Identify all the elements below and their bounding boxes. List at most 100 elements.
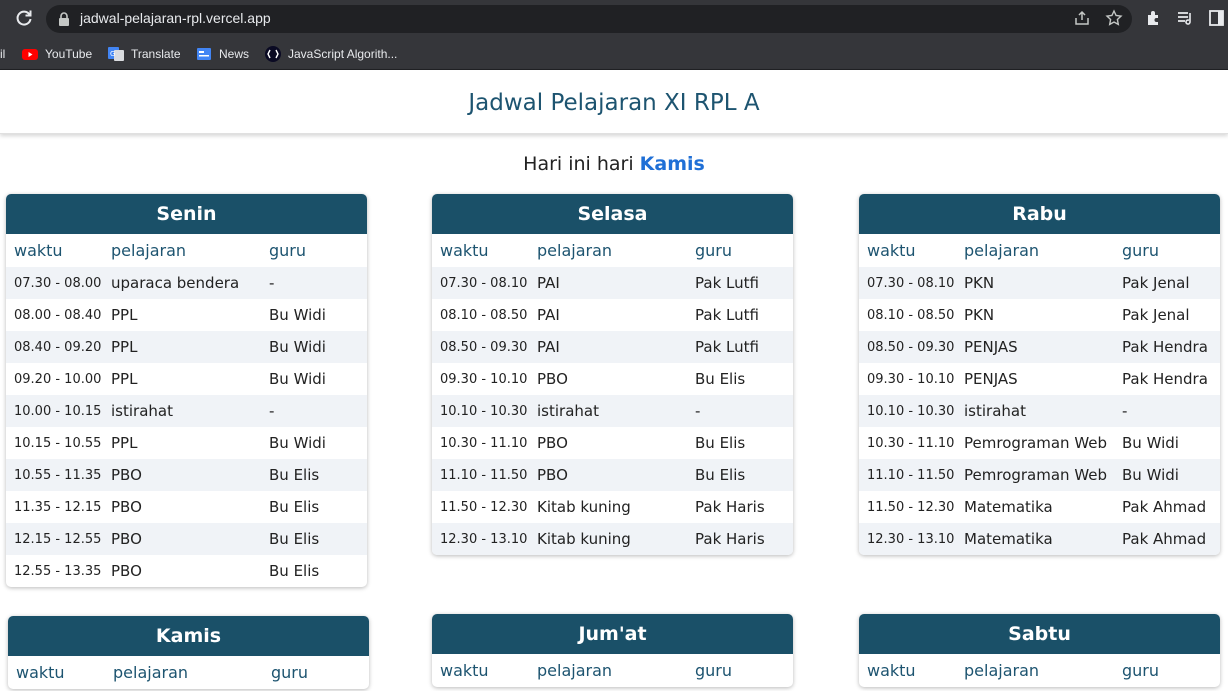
cell-time: 10.00 - 10.15 [14,403,102,419]
cell-subject: PENJAS [964,338,1018,356]
bookmark-label: YouTube [45,47,93,61]
cell-teacher: Bu Widi [269,370,326,388]
bookmark-javascript[interactable]: JavaScript Algorith... [265,45,397,63]
cell-teacher: Bu Widi [269,338,326,356]
cell-time: 10.10 - 10.30 [440,403,528,419]
cell-teacher: - [695,402,701,420]
youtube-icon [22,46,38,62]
cell-time: 10.30 - 11.10 [867,435,955,451]
cell-subject: istirahat [964,402,1026,420]
cell-time: 08.10 - 08.50 [867,307,955,323]
page-header: Jadwal Pelajaran XI RPL A [0,70,1228,134]
today-indicator: Hari ini hari Kamis [0,153,1228,175]
cell-time: 12.15 - 12.55 [14,531,102,547]
lock-icon[interactable] [58,11,70,26]
cell-subject: PBO [537,466,568,484]
cell-teacher: Bu Elis [695,466,746,484]
cell-time: 11.10 - 11.50 [440,467,528,483]
column-header-subject: pelajaran [111,241,187,260]
bookmark-item[interactable]: il [0,45,5,63]
cell-time: 10.55 - 11.35 [14,467,102,483]
cell-teacher: Bu Elis [269,498,320,516]
table-row: 10.30 - 11.10 PBO Bu Elis [432,427,793,459]
cell-time: 11.35 - 12.15 [14,499,102,515]
column-header-time: waktu [440,241,489,260]
cell-time: 07.30 - 08.10 [867,275,955,291]
bookmark-translate[interactable]: G Translate [108,45,181,63]
cell-subject: PBO [111,466,142,484]
url-text[interactable]: jadwal-pelajaran-rpl.vercel.app [80,10,271,26]
cell-time: 12.55 - 13.35 [14,563,102,579]
table-row: 11.10 - 11.50 Pemrograman Web Bu Widi [859,459,1220,491]
cell-time: 09.30 - 10.10 [440,371,528,387]
table-row: 08.00 - 08.40 PPL Bu Widi [6,299,367,331]
cell-teacher: Pak Jenal [1122,306,1190,324]
cell-subject: istirahat [111,402,173,420]
cell-subject: Pemrograman Web [964,434,1108,452]
cell-subject: PBO [537,434,568,452]
cell-teacher: Bu Widi [269,306,326,324]
cell-teacher: Pak Lutfi [695,274,759,292]
table-row: 11.10 - 11.50 PBO Bu Elis [432,459,793,491]
star-icon[interactable] [1105,9,1123,27]
bookmark-news[interactable]: News [196,45,249,63]
table-row: 12.15 - 12.55 PBO Bu Elis [6,523,367,555]
table-header-row: waktu pelajaran guru [859,654,1220,687]
cell-subject: PKN [964,274,995,292]
day-card-sabtu: Sabtu waktu pelajaran guru [859,614,1220,687]
table-row: 10.00 - 10.15 istirahat - [6,395,367,427]
schedule-table: waktu pelajaran guru [432,654,793,687]
table-header-row: waktu pelajaran guru [432,654,793,687]
table-row: 08.50 - 09.30 PAI Pak Lutfi [432,331,793,363]
table-row: 07.30 - 08.10 PAI Pak Lutfi [432,267,793,299]
cell-time: 08.50 - 09.30 [867,339,955,355]
cell-time: 12.30 - 13.10 [440,531,528,547]
table-row: 09.30 - 10.10 PENJAS Pak Hendra [859,363,1220,395]
table-header-row: waktu pelajaran guru [6,234,367,267]
column-header-subject: pelajaran [964,661,1040,680]
browser-toolbar: jadwal-pelajaran-rpl.vercel.app [0,0,1228,37]
cell-subject: PPL [111,370,138,388]
column-header-subject: pelajaran [113,663,189,682]
table-header-row: waktu pelajaran guru [8,656,369,689]
table-row: 08.10 - 08.50 PAI Pak Lutfi [432,299,793,331]
cell-teacher: Bu Widi [269,434,326,452]
cell-time: 09.30 - 10.10 [867,371,955,387]
table-row: 09.20 - 10.00 PPL Bu Widi [6,363,367,395]
cell-time: 08.10 - 08.50 [440,307,528,323]
extensions-icon[interactable] [1145,9,1163,27]
cell-teacher: Bu Widi [1122,434,1179,452]
schedule-table: waktu pelajaran guru 07.30 - 08.00 uparaca b… [6,234,367,587]
share-icon[interactable] [1073,9,1091,27]
column-header-teacher: guru [1122,241,1160,260]
bookmarks-bar: il YouTube G Translate News JavaScript A… [0,37,1228,70]
table-row: 10.30 - 11.10 Pemrograman Web Bu Widi [859,427,1220,459]
cell-subject: PPL [111,434,138,452]
cell-time: 11.10 - 11.50 [867,467,955,483]
table-row: 10.15 - 10.55 PPL Bu Widi [6,427,367,459]
day-card-selasa: Selasa waktu pelajaran guru 07.30 - 08.10 PAI… [432,194,793,555]
bookmark-youtube[interactable]: YouTube [22,45,92,63]
cell-subject: PKN [964,306,995,324]
cell-time: 08.00 - 08.40 [14,307,102,323]
table-header-row: waktu pelajaran guru [859,234,1220,267]
cell-teacher: Pak Lutfi [695,338,759,356]
cell-subject: PAI [537,306,560,324]
table-row: 11.50 - 12.30 Matematika Pak Ahmad [859,491,1220,523]
table-row: 11.35 - 12.15 PBO Bu Elis [6,491,367,523]
column-header-time: waktu [867,661,916,680]
side-panel-icon[interactable] [1208,9,1226,27]
cell-subject: Kitab kuning [537,498,631,516]
cell-teacher: Pak Ahmad [1122,530,1207,548]
schedule-table: waktu pelajaran guru [859,654,1220,687]
column-header-teacher: guru [271,663,309,682]
reading-list-icon[interactable] [1176,9,1194,27]
cell-time: 10.30 - 11.10 [440,435,528,451]
day-card-rabu: Rabu waktu pelajaran guru 07.30 - 08.10 PKN Pa… [859,194,1220,555]
news-icon [196,46,212,62]
cell-teacher: Bu Elis [695,370,746,388]
reload-icon[interactable] [14,8,34,28]
cell-teacher: Pak Haris [695,498,765,516]
cell-subject: PBO [111,562,142,580]
column-header-time: waktu [16,663,65,682]
